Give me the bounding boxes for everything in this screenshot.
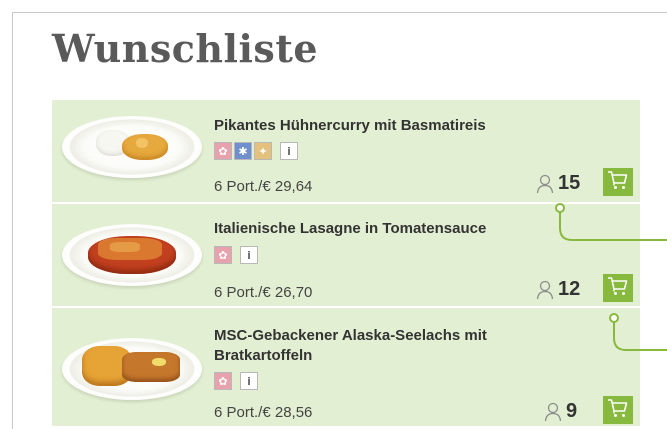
person-count: 15 (536, 172, 580, 195)
person-icon (536, 174, 554, 194)
info-icon[interactable]: i (280, 142, 298, 160)
add-to-cart-button[interactable] (603, 274, 633, 302)
portion-price: 6 Port./€ 28,56 (214, 404, 313, 421)
info-icon[interactable]: i (240, 372, 258, 390)
person-count-value: 9 (566, 400, 578, 422)
add-to-cart-button[interactable] (603, 168, 633, 196)
list-item[interactable]: Pikantes Hühnercurry mit Basmatireis ✿ ✱… (52, 100, 640, 204)
pork-free-icon: ✿ (214, 142, 232, 160)
person-count: 9 (544, 400, 577, 423)
diet-badges: ✿ i (214, 372, 258, 390)
dish-image (62, 116, 202, 178)
dairy-icon: ✱ (234, 142, 252, 160)
person-count-value: 12 (558, 278, 581, 300)
person-icon (536, 280, 554, 300)
portion-price: 6 Port./€ 26,70 (214, 284, 313, 301)
diet-badges: ✿ i (214, 246, 258, 264)
person-count: 12 (536, 278, 580, 301)
info-icon[interactable]: i (240, 246, 258, 264)
dish-name[interactable]: MSC-Gebackener Alaska-Seelachs mit Bratk… (214, 326, 514, 366)
cart-icon (607, 276, 629, 300)
cart-icon (607, 398, 629, 422)
person-count-value: 15 (558, 172, 581, 194)
portion-price: 6 Port./€ 29,64 (214, 178, 313, 195)
dish-name[interactable]: Italienische Lasagne in Tomatensauce (214, 219, 514, 239)
page-title: Wunschliste (52, 26, 319, 71)
dish-image (62, 224, 202, 286)
dish-name[interactable]: Pikantes Hühnercurry mit Basmatireis (214, 116, 514, 136)
add-to-cart-button[interactable] (603, 396, 633, 424)
list-item[interactable]: Italienische Lasagne in Tomatensauce ✿ i… (52, 204, 640, 308)
person-icon (544, 402, 562, 422)
wishlist: Pikantes Hühnercurry mit Basmatireis ✿ ✱… (52, 100, 640, 428)
pork-free-icon: ✿ (214, 246, 232, 264)
pork-free-icon: ✿ (214, 372, 232, 390)
diet-badges: ✿ ✱ ✦ i (214, 142, 298, 160)
grain-icon: ✦ (254, 142, 272, 160)
list-item[interactable]: MSC-Gebackener Alaska-Seelachs mit Bratk… (52, 308, 640, 428)
cart-icon (607, 170, 629, 194)
dish-image (62, 338, 202, 400)
